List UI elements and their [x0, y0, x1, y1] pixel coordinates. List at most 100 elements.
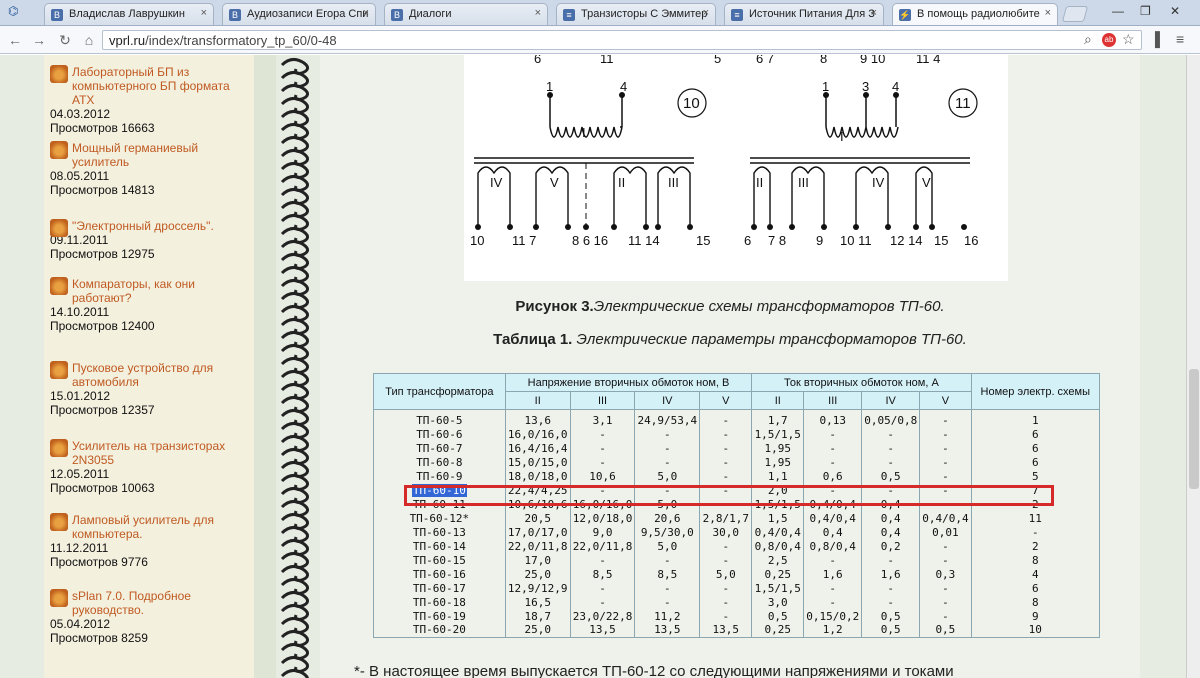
table-cell: 0,5: [751, 609, 805, 623]
article-thumb-icon[interactable]: [50, 439, 68, 457]
article-thumb-icon[interactable]: [50, 141, 68, 159]
article-thumb-icon[interactable]: [50, 277, 68, 295]
table-cell: 18,7: [504, 609, 571, 623]
tab-close-icon[interactable]: ×: [703, 7, 709, 19]
browser-tab[interactable]: В Аудиозаписи Егора Спи ×: [222, 3, 376, 25]
signal-icon: ▐: [1150, 31, 1160, 47]
svg-text:11: 11: [955, 95, 971, 112]
address-bar[interactable]: vprl.ru/index/transformatory_tp_60/0-48: [102, 30, 1142, 50]
footnote: *- В настоящее время выпускается ТП-60-1…: [354, 663, 954, 678]
table-cell: 12,0/18,0: [569, 511, 636, 525]
table-cell: 5,0: [634, 469, 701, 483]
svg-text:4: 4: [892, 79, 899, 94]
table-cell: ТП-60-13: [373, 525, 506, 539]
table-cell: 0,3: [919, 567, 972, 581]
close-window-icon[interactable]: ✕: [1170, 4, 1180, 18]
maximize-icon[interactable]: ❐: [1140, 4, 1151, 18]
svg-text:10: 10: [683, 95, 700, 112]
browser-tab[interactable]: ≡ Источник Питания Для З ×: [724, 3, 884, 25]
bookmark-star-icon[interactable]: ☆: [1122, 31, 1135, 48]
browser-tab[interactable]: В Диалоги ×: [384, 3, 548, 25]
scrollbar-thumb[interactable]: [1189, 369, 1199, 489]
article-link[interactable]: sPlan 7.0. Подробное руководство.: [72, 589, 250, 617]
adblock-icon[interactable]: ab: [1102, 33, 1116, 47]
table-cell: 8,5: [569, 567, 636, 581]
article-link[interactable]: "Электронный дроссель".: [72, 219, 250, 233]
article-link[interactable]: Мощный германиевый усилитель: [72, 141, 250, 169]
header-scheme: Номер электр. схемы: [970, 373, 1101, 410]
svg-text:6: 6: [744, 233, 751, 248]
tab-close-icon[interactable]: ×: [1045, 7, 1051, 19]
article-thumb-icon[interactable]: [50, 513, 68, 531]
sidebar-article: "Электронный дроссель". 09.11.2011 Просмот…: [50, 219, 250, 261]
table-row: ТП-60-15 17,0- - -2,5- - -8: [373, 553, 1101, 567]
tab-close-icon[interactable]: ×: [871, 7, 877, 19]
table-cell: 8,5: [634, 567, 701, 581]
tab-close-icon[interactable]: ×: [201, 7, 207, 19]
browser-tab[interactable]: В Владислав Лаврушкин ×: [44, 3, 214, 25]
table-cell: 0,25: [751, 567, 805, 581]
table-cell: ТП-60-14: [373, 539, 506, 553]
page-viewport: Лабораторный БП из компьютерного БП форм…: [0, 55, 1186, 678]
table-cell: 6: [970, 427, 1101, 441]
sidebar-article: sPlan 7.0. Подробное руководство. 05.04.2…: [50, 589, 250, 645]
home-icon[interactable]: ⌂: [80, 31, 98, 49]
table-cell: 20,5: [504, 511, 571, 525]
table-cell: -: [919, 441, 972, 455]
table-cell: 13,5: [569, 623, 636, 638]
table-cell: -: [699, 427, 753, 441]
article-thumb-icon[interactable]: [50, 589, 68, 607]
table-cell: -: [803, 455, 863, 469]
table-cell: 1,7: [751, 409, 805, 427]
article-thumb-icon[interactable]: [50, 361, 68, 379]
tab-close-icon[interactable]: ×: [535, 7, 541, 19]
sidebar-article: Лабораторный БП из компьютерного БП форм…: [50, 65, 250, 135]
article-thumb-icon[interactable]: [50, 219, 68, 237]
table-cell: 6: [970, 441, 1101, 455]
browser-tab[interactable]: ≡ Транзисторы С Эммитер ×: [556, 3, 716, 25]
table-cell: ТП-60-7: [373, 441, 506, 455]
article-views: Просмотров 14813: [50, 183, 155, 197]
svg-text:IV: IV: [872, 175, 885, 190]
table-cell: 0,4: [861, 525, 921, 539]
article-link[interactable]: Пусковое устройство для автомобиля: [72, 361, 250, 389]
table-cell: 3,0: [751, 595, 805, 609]
minimize-icon[interactable]: —: [1112, 4, 1124, 18]
table-cell: 22,0/11,8: [504, 539, 571, 553]
article-link[interactable]: Ламповый усилитель для компьютера.: [72, 513, 250, 541]
reload-icon[interactable]: ↻: [56, 31, 74, 49]
zoom-icon[interactable]: ⌕: [1084, 31, 1092, 48]
page-icon: ≡: [563, 9, 575, 21]
article-link[interactable]: Усилитель на транзисторах 2N3055: [72, 439, 250, 467]
article-link[interactable]: Лабораторный БП из компьютерного БП форм…: [72, 65, 250, 107]
table-cell: 0,4/0,4: [919, 511, 972, 525]
article-thumb-icon[interactable]: [50, 65, 68, 83]
table-cell: 0,4/0,4: [803, 511, 863, 525]
table-cell: ТП-60-16: [373, 567, 506, 581]
back-icon[interactable]: ←: [6, 31, 24, 49]
vertical-scrollbar[interactable]: [1186, 55, 1200, 678]
article-link[interactable]: Компараторы, как они работают?: [72, 277, 250, 305]
table-cell: 0,15/0,2: [803, 609, 863, 623]
forward-icon[interactable]: →: [30, 31, 48, 49]
svg-text:11 7: 11 7: [512, 233, 536, 248]
app-launcher-icon[interactable]: ⌬: [8, 4, 38, 22]
table-cell: 3,1: [569, 409, 636, 427]
table-cell: ТП-60-6: [373, 427, 506, 441]
table-cell: -: [569, 427, 636, 441]
table-cell: -: [803, 441, 863, 455]
browser-tab[interactable]: ⚡ В помощь радиолюбите ×: [892, 3, 1058, 25]
url-path: /index/transformatory_tp_60/0-48: [145, 33, 337, 48]
table-cell: 0,4: [803, 525, 863, 539]
table-cell: 22,0/11,8: [569, 539, 636, 553]
menu-icon[interactable]: ≡: [1176, 31, 1184, 47]
svg-text:I: I: [840, 129, 844, 144]
table-cell: -: [919, 427, 972, 441]
new-tab-button[interactable]: [1061, 6, 1089, 22]
table-cell: -: [861, 427, 921, 441]
svg-text:8: 8: [820, 55, 827, 66]
table-cell: -: [634, 455, 701, 469]
tab-close-icon[interactable]: ×: [363, 7, 369, 19]
svg-text:3: 3: [862, 79, 869, 94]
table-cell: -: [970, 525, 1101, 539]
